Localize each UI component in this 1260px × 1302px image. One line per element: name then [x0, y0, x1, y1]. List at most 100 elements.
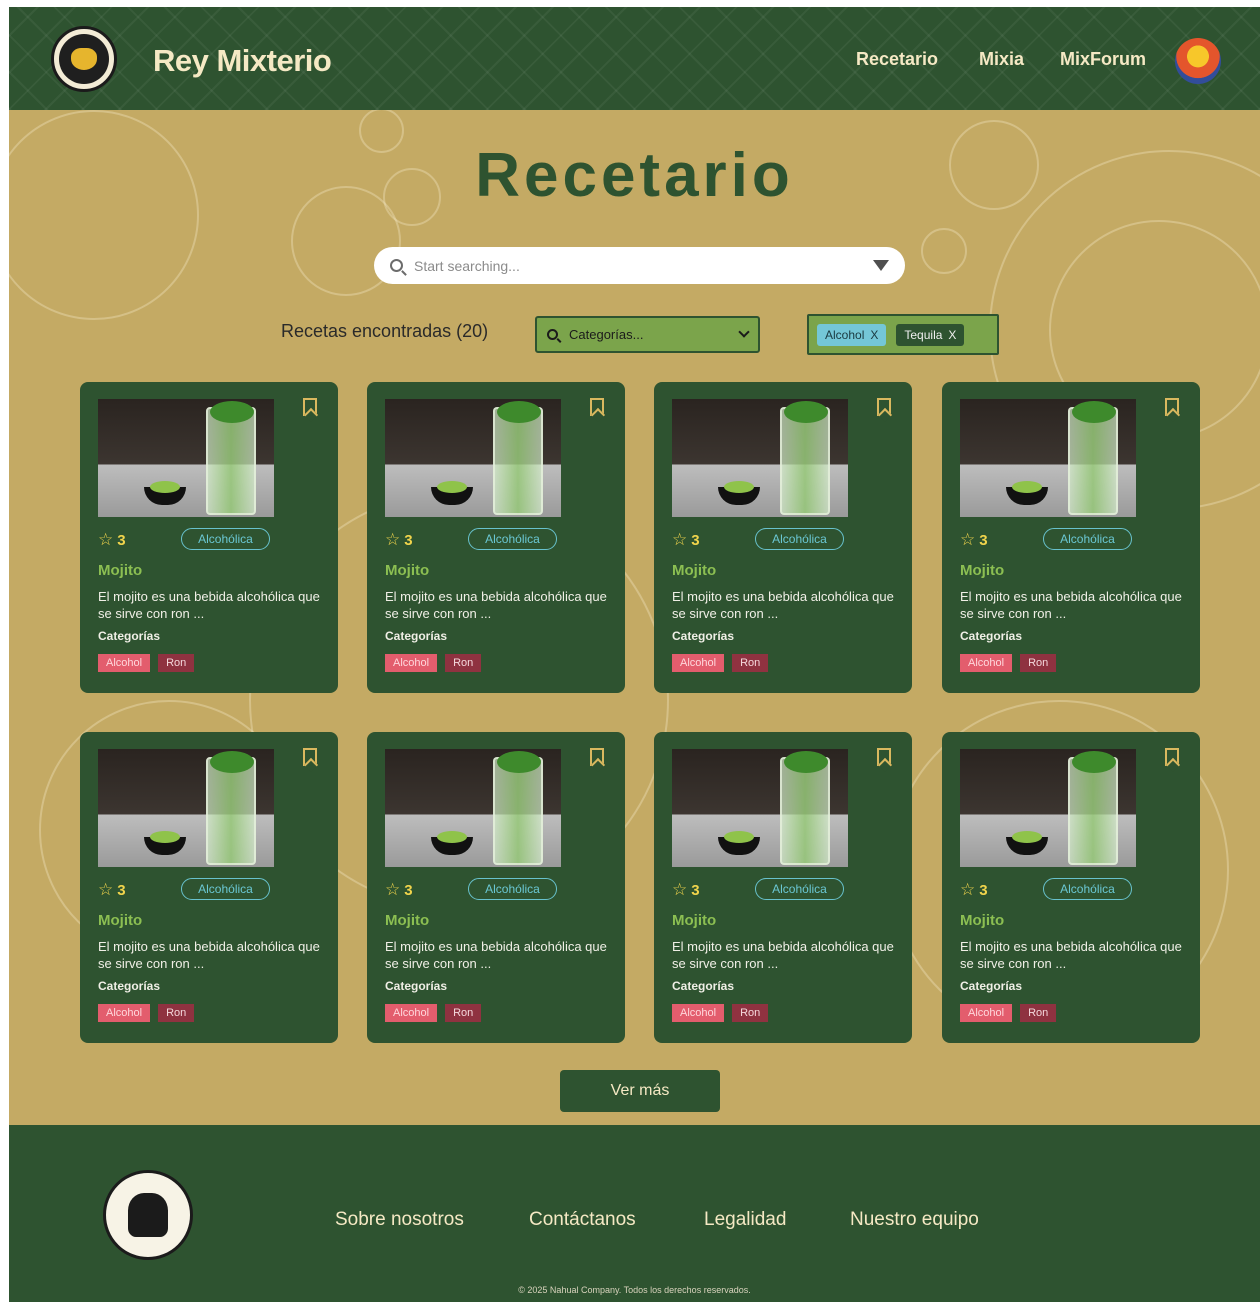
results-count: Recetas encontradas (20)	[281, 321, 489, 341]
star-icon: ☆	[385, 880, 401, 899]
star-icon: ☆	[98, 530, 114, 549]
recipe-card[interactable]: ☆ 3 Alcohólica Mojito El mojito es una be…	[942, 732, 1200, 1043]
tag-ron[interactable]: Ron	[445, 654, 482, 672]
recipe-image	[98, 749, 274, 867]
type-badge: Alcohólica	[468, 878, 557, 900]
ver-mas-button[interactable]: Ver más	[560, 1070, 720, 1112]
footer-link-legalidad[interactable]: Legalidad	[704, 1209, 786, 1231]
recipe-description: El mojito es una bebida alcohólica que s…	[672, 939, 894, 971]
bookmark-icon[interactable]	[877, 398, 891, 416]
categories-label: Categorías	[960, 979, 1023, 993]
page-title: Recetario	[475, 141, 794, 210]
bookmark-icon[interactable]	[877, 748, 891, 766]
recipe-rating: ☆ 3	[960, 530, 988, 549]
recipe-rating: ☆ 3	[672, 880, 700, 899]
tag-alcohol[interactable]: Alcohol	[385, 654, 438, 672]
recipe-card[interactable]: ☆ 3 Alcohólica Mojito El mojito es una be…	[80, 732, 338, 1043]
tag-list: Alcohol Ron	[98, 1004, 195, 1022]
filter-chip-alcohol[interactable]: Alcohol X	[817, 323, 887, 346]
footer-link-nuestro-equipo[interactable]: Nuestro equipo	[850, 1209, 979, 1231]
recipe-image	[672, 749, 848, 867]
tag-alcohol[interactable]: Alcohol	[385, 1004, 438, 1022]
recipe-name[interactable]: Mojito	[672, 912, 716, 929]
user-avatar[interactable]	[1175, 38, 1221, 84]
recipe-name[interactable]: Mojito	[385, 562, 429, 579]
search-bar[interactable]	[374, 247, 905, 284]
close-icon[interactable]: X	[870, 328, 878, 342]
tag-alcohol[interactable]: Alcohol	[672, 1004, 725, 1022]
tag-list: Alcohol Ron	[672, 1004, 769, 1022]
recipe-image	[960, 749, 1136, 867]
site-footer: Sobre nosotros Contáctanos Legalidad Nue…	[9, 1125, 1260, 1302]
search-input[interactable]	[414, 257, 873, 274]
footer-link-contactanos[interactable]: Contáctanos	[529, 1209, 636, 1231]
recipe-card[interactable]: ☆ 3 Alcohólica Mojito El mojito es una be…	[367, 382, 625, 693]
rey-mixterio-logo[interactable]	[51, 26, 117, 92]
tag-list: Alcohol Ron	[672, 654, 769, 672]
filter-chip-tequila[interactable]: Tequila X	[896, 323, 965, 346]
type-badge: Alcohólica	[181, 878, 270, 900]
recipe-image	[960, 399, 1136, 517]
bookmark-icon[interactable]	[590, 748, 604, 766]
bookmark-icon[interactable]	[303, 748, 317, 766]
decor-circle	[921, 228, 967, 274]
tag-ron[interactable]: Ron	[732, 654, 769, 672]
categories-label: Categorías	[960, 629, 1023, 643]
star-icon: ☆	[98, 880, 114, 899]
tag-ron[interactable]: Ron	[158, 1004, 195, 1022]
recipe-name[interactable]: Mojito	[672, 562, 716, 579]
recipe-card[interactable]: ☆ 3 Alcohólica Mojito El mojito es una be…	[654, 732, 912, 1043]
star-icon: ☆	[960, 880, 976, 899]
tag-ron[interactable]: Ron	[1020, 1004, 1057, 1022]
recipe-card[interactable]: ☆ 3 Alcohólica Mojito El mojito es una be…	[654, 382, 912, 693]
filter-chip-label: Tequila	[904, 327, 943, 342]
recipe-name[interactable]: Mojito	[98, 562, 142, 579]
tag-ron[interactable]: Ron	[445, 1004, 482, 1022]
filter-chip-label: Alcohol	[825, 327, 865, 342]
nahual-company-logo[interactable]	[103, 1170, 193, 1260]
recipe-description: El mojito es una bebida alcohólica que s…	[960, 939, 1182, 971]
type-badge: Alcohólica	[181, 528, 270, 550]
recipe-image	[385, 749, 561, 867]
tag-list: Alcohol Ron	[385, 1004, 482, 1022]
nav-recetario[interactable]: Recetario	[856, 49, 938, 70]
recipe-name[interactable]: Mojito	[960, 912, 1004, 929]
tag-alcohol[interactable]: Alcohol	[960, 654, 1013, 672]
tag-ron[interactable]: Ron	[158, 654, 195, 672]
recipe-image	[385, 399, 561, 517]
recipe-card[interactable]: ☆ 3 Alcohólica Mojito El mojito es una be…	[942, 382, 1200, 693]
nav-mixforum[interactable]: MixForum	[1060, 49, 1146, 70]
brand-name[interactable]: Rey Mixterio	[153, 43, 332, 79]
filter-icon[interactable]	[873, 260, 889, 271]
bookmark-icon[interactable]	[590, 398, 604, 416]
tag-ron[interactable]: Ron	[1020, 654, 1057, 672]
tag-alcohol[interactable]: Alcohol	[98, 654, 151, 672]
close-icon[interactable]: X	[948, 328, 956, 342]
tag-alcohol[interactable]: Alcohol	[960, 1004, 1013, 1022]
categories-label: Categorías	[385, 979, 448, 993]
bookmark-icon[interactable]	[303, 398, 317, 416]
bookmark-icon[interactable]	[1165, 748, 1179, 766]
nav-mixia[interactable]: Mixia	[979, 49, 1024, 70]
page-frame: Rey Mixterio Recetario Mixia MixForum Re…	[9, 7, 1260, 1302]
recetario-main: Recetario Recetas encontradas (20) Categ…	[9, 110, 1260, 1125]
search-icon	[547, 329, 558, 340]
recipe-card[interactable]: ☆ 3 Alcohólica Mojito El mojito es una be…	[80, 382, 338, 693]
recipe-description: El mojito es una bebida alcohólica que s…	[385, 589, 607, 621]
recipe-name[interactable]: Mojito	[960, 562, 1004, 579]
recipe-description: El mojito es una bebida alcohólica que s…	[98, 939, 320, 971]
footer-link-sobre-nosotros[interactable]: Sobre nosotros	[335, 1209, 464, 1231]
recipe-card[interactable]: ☆ 3 Alcohólica Mojito El mojito es una be…	[367, 732, 625, 1043]
tag-ron[interactable]: Ron	[732, 1004, 769, 1022]
copyright: © 2025 Nahual Company. Todos los derecho…	[518, 1285, 751, 1295]
tag-alcohol[interactable]: Alcohol	[98, 1004, 151, 1022]
recipe-description: El mojito es una bebida alcohólica que s…	[672, 589, 894, 621]
tag-alcohol[interactable]: Alcohol	[672, 654, 725, 672]
recipe-name[interactable]: Mojito	[98, 912, 142, 929]
category-select[interactable]: Categorías...	[535, 316, 760, 353]
recipe-rating: ☆ 3	[98, 530, 126, 549]
bookmark-icon[interactable]	[1165, 398, 1179, 416]
recipe-name[interactable]: Mojito	[385, 912, 429, 929]
chevron-down-icon	[738, 326, 750, 338]
active-filters: Alcohol X Tequila X	[807, 314, 999, 355]
